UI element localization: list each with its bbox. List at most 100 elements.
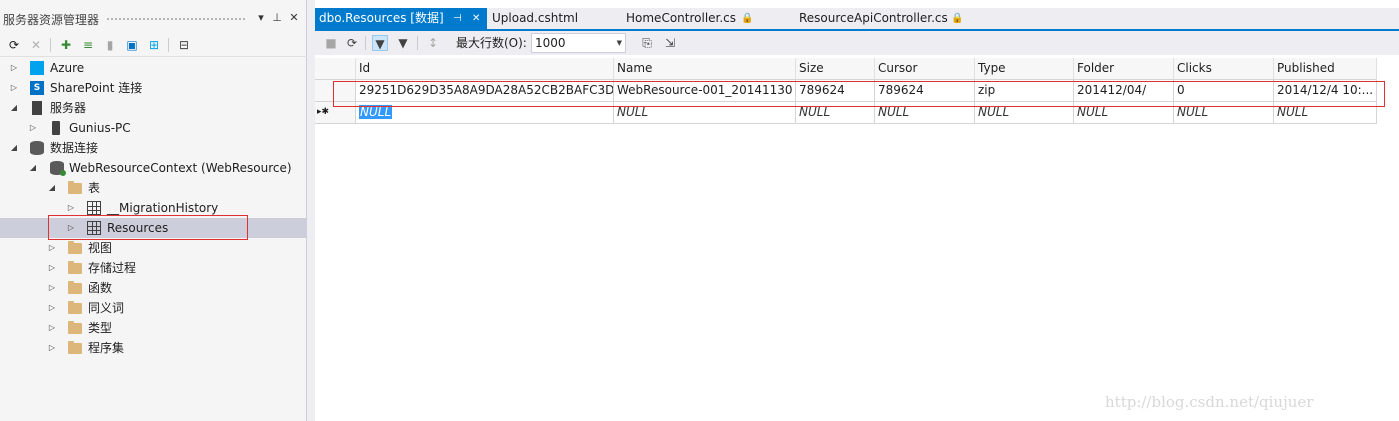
collapse-arrow-icon[interactable]: ◢ (28, 161, 38, 175)
tree-item-label: 同义词 (88, 301, 125, 315)
tab-homecontroller[interactable]: HomeController.cs 🔒 (621, 8, 771, 29)
tab-upload-cshtml[interactable]: Upload.cshtml (487, 8, 597, 29)
folder-icon (68, 281, 82, 294)
grid-corner[interactable] (315, 58, 356, 80)
tree-item-types[interactable]: ▷ 类型 (0, 318, 306, 338)
column-header-id[interactable]: Id (356, 58, 614, 80)
expand-arrow-icon[interactable]: ▷ (47, 281, 57, 295)
folder-icon (68, 301, 82, 314)
stop-icon[interactable]: ✕ (28, 37, 44, 53)
tree-item-assemblies[interactable]: ▷ 程序集 (0, 338, 306, 358)
azure-icon (30, 61, 44, 75)
tab-label: Upload.cshtml (492, 11, 579, 25)
expand-arrow-icon[interactable]: ▷ (9, 81, 19, 95)
tree-item-label: Azure (50, 61, 85, 75)
expand-arrow-icon[interactable]: ▷ (66, 201, 76, 215)
tree-item-tables[interactable]: ◢ 表 (0, 178, 306, 198)
database-icon (30, 141, 44, 155)
script-icon[interactable]: ⎘ (639, 35, 655, 51)
connect-to-database-icon[interactable]: ✚ (58, 37, 74, 53)
tree-item-webresourcecontext[interactable]: ◢ WebResourceContext (WebResource) (0, 158, 306, 178)
collapse-arrow-icon[interactable]: ◢ (47, 181, 57, 195)
tree-item-label: WebResourceContext (WebResource) (69, 161, 292, 175)
expand-arrow-icon[interactable]: ▷ (9, 61, 19, 75)
tree-item-data-connections[interactable]: ◢ 数据连接 (0, 138, 306, 158)
server-icon (32, 101, 42, 115)
tree-item-azure[interactable]: ▷ Azure (0, 58, 306, 78)
server-explorer-title: 服务器资源管理器 (3, 13, 100, 27)
pointer-icon[interactable]: ↕ (425, 35, 441, 51)
tree-item-label: 服务器 (50, 101, 87, 115)
export-icon[interactable]: ⇲ (662, 35, 678, 51)
sharepoint-icon: S (30, 81, 44, 95)
folder-icon (68, 321, 82, 334)
tab-dbo-resources[interactable]: dbo.Resources [数据] ⊣ ✕ (315, 8, 487, 29)
refresh-icon[interactable]: ⟳ (6, 37, 22, 53)
tab-label: dbo.Resources [数据] (319, 11, 444, 25)
tab-resourceapicontroller[interactable]: ResourceApiController.cs 🔒 (794, 8, 974, 29)
max-rows-select[interactable]: 1000 ▼ (531, 33, 626, 53)
tree-item-label: 程序集 (88, 341, 125, 355)
sharepoint-icon[interactable]: ▣ (124, 37, 140, 53)
tree-item-label: 存储过程 (88, 261, 137, 275)
tree-item-gunius-pc[interactable]: ▷ Gunius-PC (0, 118, 306, 138)
tree-item-sharepoint[interactable]: ▷ S SharePoint 连接 (0, 78, 306, 98)
tree-item-label: 数据连接 (50, 141, 99, 155)
tree-item-label: 类型 (88, 321, 113, 335)
pin-icon[interactable]: ⊥ (270, 10, 284, 26)
pin-icon[interactable]: ⊣ (453, 8, 462, 29)
column-header-folder[interactable]: Folder (1074, 58, 1174, 80)
document-tabstrip: dbo.Resources [数据] ⊣ ✕ Upload.cshtml Hom… (315, 8, 1399, 29)
tree-item-synonyms[interactable]: ▷ 同义词 (0, 298, 306, 318)
tree-item-label: 函数 (88, 281, 113, 295)
chevron-down-icon[interactable]: ▼ (617, 36, 622, 50)
folder-icon (68, 341, 82, 354)
tree-item-label: 表 (88, 181, 101, 195)
toolbar-separator (417, 36, 418, 50)
tree-item-functions[interactable]: ▷ 函数 (0, 278, 306, 298)
close-icon[interactable]: ✕ (287, 10, 301, 26)
column-header-size[interactable]: Size (796, 58, 875, 80)
stop-icon[interactable]: ■ (323, 35, 339, 51)
filter-sort-icon[interactable]: ▼ (372, 35, 388, 51)
expand-arrow-icon[interactable]: ▷ (28, 121, 38, 135)
column-header-published[interactable]: Published (1274, 58, 1377, 80)
collapse-arrow-icon[interactable]: ◢ (9, 101, 19, 115)
tree-item-views[interactable]: ▷ 视图 (0, 238, 306, 258)
toolbar-separator (50, 38, 51, 52)
toolbar-separator (365, 36, 366, 50)
highlight-box (333, 81, 1385, 107)
folder-icon (68, 241, 82, 254)
filter-icon[interactable]: ▼ (395, 35, 411, 51)
toolbar-separator (168, 38, 169, 52)
column-header-clicks[interactable]: Clicks (1174, 58, 1274, 80)
column-header-cursor[interactable]: Cursor (875, 58, 975, 80)
close-icon[interactable]: ✕ (472, 8, 480, 29)
tree-item-servers[interactable]: ◢ 服务器 (0, 98, 306, 118)
lock-icon: 🔒 (951, 13, 964, 24)
panel-menu-icon[interactable]: ▾ (254, 10, 268, 26)
tree-item-stored-procedures[interactable]: ▷ 存储过程 (0, 258, 306, 278)
watermark: http://blog.csdn.net/qiujuer (1105, 393, 1314, 411)
database-connection-icon (50, 161, 66, 176)
expand-arrow-icon[interactable]: ▷ (47, 341, 57, 355)
panel-grip[interactable] (106, 17, 246, 22)
column-header-type[interactable]: Type (975, 58, 1074, 80)
expand-arrow-icon[interactable]: ▷ (47, 321, 57, 335)
refresh-icon[interactable]: ⟳ (344, 35, 360, 51)
expand-arrow-icon[interactable]: ▷ (47, 261, 57, 275)
column-header-name[interactable]: Name (614, 58, 796, 80)
document-area: dbo.Resources [数据] ⊣ ✕ Upload.cshtml Hom… (315, 0, 1399, 421)
azure-icon[interactable]: ⊞ (146, 37, 162, 53)
data-toolbar: ■ ⟳ ▼ ▼ ↕ 最大行数(O): 1000 ▼ ⎘ ⇲ (315, 31, 1399, 55)
properties-icon[interactable]: ⊟ (176, 37, 192, 53)
lock-icon: 🔒 (741, 13, 754, 24)
tree-item-label: 视图 (88, 241, 113, 255)
null-value-selected[interactable]: NULL (359, 105, 393, 119)
expand-arrow-icon[interactable]: ▷ (47, 241, 57, 255)
expand-arrow-icon[interactable]: ▷ (47, 301, 57, 315)
collapse-arrow-icon[interactable]: ◢ (9, 141, 19, 155)
connect-to-server-icon[interactable]: ≡ (80, 37, 96, 53)
connect-to-sharepoint-icon[interactable]: ▮ (102, 37, 118, 53)
tree-item-label: Gunius-PC (69, 121, 131, 135)
